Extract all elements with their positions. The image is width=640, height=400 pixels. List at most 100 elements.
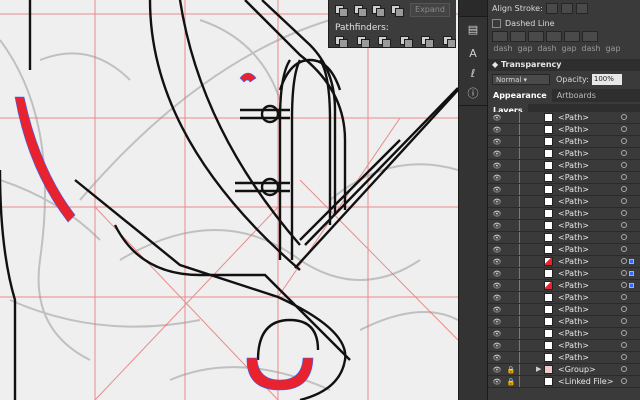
trim-icon[interactable]: [356, 36, 369, 48]
target-circle-icon[interactable]: [621, 246, 627, 252]
tab-appearance[interactable]: Appearance: [488, 89, 552, 102]
layer-row[interactable]: 👁 🔒 <Linked File>: [488, 376, 640, 388]
shape-exclude-icon[interactable]: [391, 5, 404, 17]
layer-row[interactable]: 👁 <Path>: [488, 304, 640, 316]
target-circle-icon[interactable]: [621, 138, 627, 144]
visibility-eye-icon[interactable]: 👁: [492, 258, 502, 266]
layer-row[interactable]: 👁 <Path>: [488, 184, 640, 196]
visibility-eye-icon[interactable]: 👁: [492, 330, 502, 338]
layer-row[interactable]: 👁 <Path>: [488, 268, 640, 280]
target-circle-icon[interactable]: [621, 174, 627, 180]
visibility-eye-icon[interactable]: 👁: [492, 246, 502, 254]
opacity-input[interactable]: 100%: [591, 73, 622, 85]
layer-row[interactable]: 👁 <Path>: [488, 340, 640, 352]
target-circle-icon[interactable]: [621, 258, 627, 264]
visibility-eye-icon[interactable]: 👁: [492, 282, 502, 290]
crop-icon[interactable]: [399, 36, 412, 48]
target-circle-icon[interactable]: [621, 378, 627, 384]
outline-icon[interactable]: [421, 36, 434, 48]
shape-intersect-icon[interactable]: [372, 5, 386, 17]
target-circle-icon[interactable]: [621, 162, 627, 168]
visibility-eye-icon[interactable]: 👁: [492, 366, 502, 374]
dash-input-2[interactable]: [528, 30, 544, 42]
layer-row[interactable]: 👁 <Path>: [488, 256, 640, 268]
gap-input-3[interactable]: [582, 30, 598, 42]
shape-minus-front-icon[interactable]: [353, 5, 367, 17]
target-circle-icon[interactable]: [621, 186, 627, 192]
gap-input-2[interactable]: [546, 30, 562, 42]
dash-input-3[interactable]: [564, 30, 580, 42]
dock-grip[interactable]: [459, 0, 487, 17]
target-circle-icon[interactable]: [621, 294, 627, 300]
visibility-eye-icon[interactable]: 👁: [492, 318, 502, 326]
align-outside-button[interactable]: [575, 2, 588, 14]
artboard-canvas[interactable]: [0, 0, 458, 400]
target-circle-icon[interactable]: [621, 126, 627, 132]
align-center-button[interactable]: [545, 2, 558, 14]
target-circle-icon[interactable]: [621, 342, 627, 348]
selection-indicator[interactable]: [629, 283, 634, 288]
target-circle-icon[interactable]: [621, 318, 627, 324]
character-panel-icon[interactable]: A: [466, 47, 480, 61]
visibility-eye-icon[interactable]: 👁: [492, 138, 502, 146]
target-circle-icon[interactable]: [621, 114, 627, 120]
selection-indicator[interactable]: [629, 271, 634, 276]
minus-back-icon[interactable]: [442, 36, 455, 48]
visibility-eye-icon[interactable]: 👁: [492, 186, 502, 194]
layer-row[interactable]: 👁 <Path>: [488, 328, 640, 340]
layer-row[interactable]: 👁 <Path>: [488, 220, 640, 232]
target-circle-icon[interactable]: [621, 270, 627, 276]
visibility-eye-icon[interactable]: 👁: [492, 114, 502, 122]
visibility-eye-icon[interactable]: 👁: [492, 174, 502, 182]
target-circle-icon[interactable]: [621, 150, 627, 156]
layer-row[interactable]: 👁 <Path>: [488, 124, 640, 136]
visibility-eye-icon[interactable]: 👁: [492, 306, 502, 314]
expand-button[interactable]: Expand: [409, 3, 451, 17]
visibility-eye-icon[interactable]: 👁: [492, 150, 502, 158]
layer-row[interactable]: 👁 <Path>: [488, 112, 640, 124]
tab-artboards[interactable]: Artboards: [552, 89, 601, 102]
info-panel-icon[interactable]: ⓘ: [466, 87, 480, 101]
selection-indicator[interactable]: [629, 259, 634, 264]
visibility-eye-icon[interactable]: 👁: [492, 222, 502, 230]
visibility-eye-icon[interactable]: 👁: [492, 210, 502, 218]
expand-arrow-icon[interactable]: ▶: [536, 364, 541, 375]
merge-icon[interactable]: [378, 36, 391, 48]
layers-list[interactable]: 👁 <Path> 👁 <Path> 👁 <Path> 👁 <Path> 👁 <Path> 👁 <Pat…: [488, 112, 640, 400]
dash-input-1[interactable]: [492, 30, 508, 42]
layer-row[interactable]: 👁 <Path>: [488, 160, 640, 172]
visibility-eye-icon[interactable]: 👁: [492, 270, 502, 278]
visibility-eye-icon[interactable]: 👁: [492, 162, 502, 170]
target-circle-icon[interactable]: [621, 234, 627, 240]
layer-row[interactable]: 👁 <Path>: [488, 316, 640, 328]
visibility-eye-icon[interactable]: 👁: [492, 378, 502, 386]
target-circle-icon[interactable]: [621, 198, 627, 204]
divide-icon[interactable]: [335, 36, 348, 48]
layer-row[interactable]: 👁 <Path>: [488, 352, 640, 364]
layer-row[interactable]: 👁 <Path>: [488, 136, 640, 148]
visibility-eye-icon[interactable]: 👁: [492, 354, 502, 362]
target-circle-icon[interactable]: [621, 306, 627, 312]
collapse-icon[interactable]: ◆: [492, 60, 501, 69]
glyphs-panel-icon[interactable]: ℓ: [466, 67, 480, 81]
lock-toggle-icon[interactable]: 🔒: [506, 378, 516, 386]
layer-row[interactable]: 👁 <Path>: [488, 280, 640, 292]
target-circle-icon[interactable]: [621, 222, 627, 228]
target-circle-icon[interactable]: [621, 354, 627, 360]
visibility-eye-icon[interactable]: 👁: [492, 126, 502, 134]
stroke-panel-icon[interactable]: ▤: [466, 23, 480, 37]
gap-input-1[interactable]: [510, 30, 526, 42]
target-circle-icon[interactable]: [621, 366, 627, 372]
visibility-eye-icon[interactable]: 👁: [492, 198, 502, 206]
layer-row[interactable]: 👁 <Path>: [488, 196, 640, 208]
layer-row[interactable]: 👁 <Path>: [488, 232, 640, 244]
transparency-panel-header[interactable]: ◆ Transparency: [488, 59, 640, 71]
target-circle-icon[interactable]: [621, 330, 627, 336]
layer-row[interactable]: 👁 <Path>: [488, 244, 640, 256]
shape-unite-icon[interactable]: [335, 5, 348, 17]
layer-row[interactable]: 👁 🔒 ▶ <Group>: [488, 364, 640, 376]
layer-row[interactable]: 👁 <Path>: [488, 208, 640, 220]
target-circle-icon[interactable]: [621, 210, 627, 216]
visibility-eye-icon[interactable]: 👁: [492, 294, 502, 302]
target-circle-icon[interactable]: [621, 282, 627, 288]
